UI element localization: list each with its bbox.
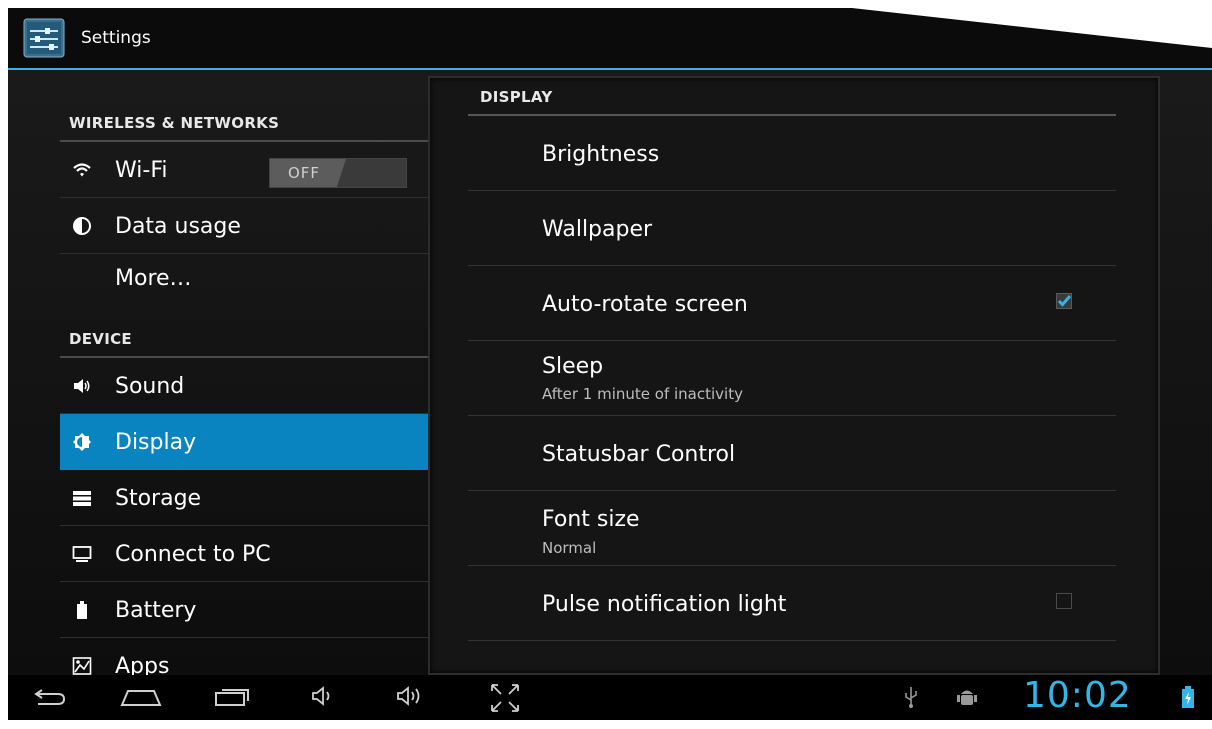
- status-clock: 10:02: [1023, 675, 1132, 716]
- display-settings-panel: DISPLAY Brightness Wallpaper Auto-rotate…: [428, 76, 1160, 675]
- wifi-toggle-switch[interactable]: OFF: [269, 158, 407, 188]
- sidebar-item-display[interactable]: Display: [60, 414, 428, 470]
- content-area: WIRELESS & NETWORKS Wi-Fi OFF Data usage…: [8, 70, 1212, 679]
- volume-up-icon[interactable]: [393, 681, 429, 711]
- pref-summary: Normal: [542, 539, 597, 557]
- android-debug-icon: [957, 690, 977, 705]
- sidebar-item-data-usage[interactable]: Data usage: [60, 198, 428, 254]
- sidebar-item-label: Storage: [115, 486, 202, 511]
- sidebar-item-label: Sound: [115, 374, 185, 399]
- sidebar-item-sound[interactable]: Sound: [60, 358, 428, 414]
- wifi-icon: [73, 163, 91, 177]
- home-icon[interactable]: [118, 681, 164, 711]
- section-header-wireless: WIRELESS & NETWORKS: [60, 108, 428, 142]
- sidebar-item-more[interactable]: More…: [60, 254, 428, 309]
- usb-icon: [905, 687, 917, 708]
- volume-down-icon[interactable]: [308, 681, 338, 711]
- system-navigation-bar: 10:02: [8, 675, 1212, 720]
- speaker-icon: [74, 379, 90, 393]
- battery-charging-icon: [1182, 686, 1194, 708]
- battery-icon: [77, 601, 87, 619]
- pref-pulse-notification-light[interactable]: Pulse notification light: [468, 566, 1116, 641]
- sidebar-item-battery[interactable]: Battery: [60, 582, 428, 638]
- monitor-icon: [72, 546, 92, 562]
- screenshot-corner-top-right: [852, 8, 1212, 48]
- app-title: Settings: [81, 28, 151, 48]
- apps-icon: [72, 657, 92, 675]
- sidebar-item-label: Display: [115, 430, 197, 455]
- auto-rotate-checkbox[interactable]: [1056, 293, 1072, 309]
- sidebar-item-storage[interactable]: Storage: [60, 470, 428, 526]
- pref-title: Brightness: [542, 142, 660, 167]
- pref-title: Sleep: [542, 354, 604, 379]
- fullscreen-icon[interactable]: [488, 681, 522, 715]
- pulse-light-checkbox[interactable]: [1056, 593, 1072, 609]
- pref-brightness[interactable]: Brightness: [468, 116, 1116, 191]
- pref-summary: After 1 minute of inactivity: [542, 385, 743, 403]
- back-icon[interactable]: [32, 681, 68, 711]
- sidebar-item-label: More…: [115, 266, 192, 291]
- pref-title: Auto-rotate screen: [542, 292, 748, 317]
- toggle-state-label: OFF: [288, 164, 321, 182]
- section-header-label: WIRELESS & NETWORKS: [69, 114, 280, 132]
- pref-title: Wallpaper: [542, 217, 653, 242]
- pref-font-size[interactable]: Font size Normal: [468, 491, 1116, 566]
- sidebar-item-wifi[interactable]: Wi-Fi OFF: [60, 142, 428, 198]
- pref-auto-rotate[interactable]: Auto-rotate screen: [468, 266, 1116, 341]
- pref-title: Pulse notification light: [542, 592, 787, 617]
- storage-icon: [73, 491, 91, 506]
- sidebar-item-label: Connect to PC: [115, 542, 271, 567]
- section-header-label: DEVICE: [69, 330, 132, 348]
- panel-header: DISPLAY: [468, 78, 1116, 116]
- screen: Settings WIRELESS & NETWORKS Wi-Fi OFF D…: [8, 8, 1212, 720]
- sidebar-item-label: Data usage: [115, 214, 241, 239]
- settings-sidebar: WIRELESS & NETWORKS Wi-Fi OFF Data usage…: [60, 70, 428, 679]
- settings-app-icon[interactable]: [23, 18, 65, 58]
- sidebar-item-label: Wi-Fi: [115, 158, 168, 183]
- pref-title: Statusbar Control: [542, 442, 736, 467]
- sidebar-item-label: Battery: [115, 598, 197, 623]
- pref-title: Font size: [542, 507, 640, 532]
- pref-sleep[interactable]: Sleep After 1 minute of inactivity: [468, 341, 1116, 416]
- data-usage-icon: [73, 217, 91, 235]
- pref-wallpaper[interactable]: Wallpaper: [468, 191, 1116, 266]
- section-header-device: DEVICE: [60, 324, 428, 358]
- pref-statusbar-control[interactable]: Statusbar Control: [468, 416, 1116, 491]
- recent-apps-icon[interactable]: [212, 681, 254, 711]
- panel-header-label: DISPLAY: [480, 88, 553, 106]
- sidebar-item-connect-to-pc[interactable]: Connect to PC: [60, 526, 428, 582]
- brightness-icon: [73, 433, 91, 451]
